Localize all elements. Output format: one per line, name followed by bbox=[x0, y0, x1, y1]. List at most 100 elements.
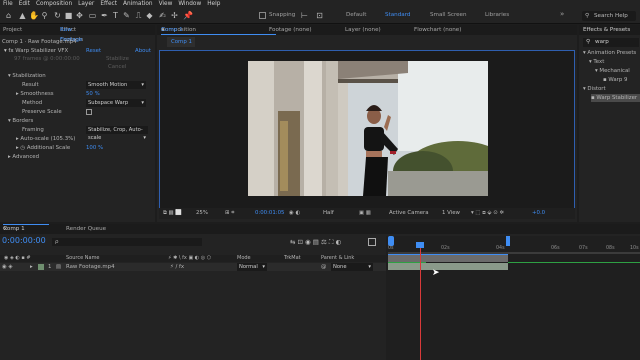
snap-icon[interactable]: ⊢ bbox=[300, 11, 309, 20]
video-frame[interactable] bbox=[248, 61, 488, 196]
work-area-range[interactable] bbox=[388, 254, 508, 262]
resolution-dropdown[interactable]: Half bbox=[323, 210, 334, 216]
effect-header[interactable]: ▾ fx Warp Stabilizer VFX bbox=[4, 48, 68, 54]
workspace-small-screen[interactable]: Small Screen bbox=[430, 12, 467, 18]
auto-scale-group[interactable]: ▸ Auto-scale (105.3%) bbox=[16, 136, 75, 142]
result-dropdown[interactable]: Smooth Motion ▾ bbox=[86, 81, 146, 89]
menu-composition[interactable]: Composition bbox=[33, 1, 75, 7]
roto-brush-icon[interactable]: ✍ bbox=[158, 11, 167, 20]
layer-name[interactable]: Raw Footage.mp4 bbox=[66, 264, 115, 270]
playhead-handle-icon[interactable] bbox=[416, 242, 424, 248]
tab-composition[interactable]: ▪ Composition Comp 1 bbox=[161, 25, 276, 35]
zoom-dropdown[interactable]: 25% bbox=[196, 210, 208, 216]
pen-tool-icon[interactable]: ✒ bbox=[100, 11, 109, 20]
additional-scale-label[interactable]: ▸ ◷ Additional Scale bbox=[16, 145, 70, 151]
additional-scale-value[interactable]: 100 % bbox=[86, 145, 103, 151]
advanced-group[interactable]: ▸ Advanced bbox=[8, 154, 39, 160]
workspace-default[interactable]: Default bbox=[346, 12, 366, 18]
tab-render-queue[interactable]: Render Queue bbox=[66, 224, 106, 234]
tree-warp-stabilizer[interactable]: ▪ Warp Stabilizer bbox=[591, 94, 640, 102]
tab-flowchart[interactable]: Flowchart (none) bbox=[414, 25, 461, 35]
view-layout-dropdown[interactable]: 1 View bbox=[442, 210, 460, 216]
stopwatch-icon[interactable]: ◷ bbox=[20, 145, 25, 151]
viewer-icons[interactable]: ⧉ ▦ ⬜ bbox=[163, 210, 182, 217]
pan-behind-icon[interactable]: ✥ bbox=[75, 11, 84, 20]
framing-dropdown[interactable]: Stabilize, Crop, Auto-scale ▾ bbox=[86, 126, 148, 141]
menu-edit[interactable]: Edit bbox=[16, 1, 33, 7]
camera-tool-icon[interactable]: ■ bbox=[64, 11, 73, 20]
timecode-display[interactable]: 0:00:01:05 bbox=[255, 210, 284, 216]
menu-view[interactable]: View bbox=[156, 1, 176, 7]
menu-help[interactable]: Help bbox=[204, 1, 223, 7]
exposure-value[interactable]: +0.0 bbox=[532, 210, 545, 216]
comp-subtab[interactable]: Comp 1 bbox=[167, 37, 195, 47]
workspace-more-icon[interactable]: » bbox=[560, 10, 564, 18]
search-help-field[interactable]: ⚲ Search Help bbox=[582, 11, 636, 21]
zoom-slider-end[interactable] bbox=[506, 236, 510, 246]
snap-options-icon[interactable]: ⊡ bbox=[315, 11, 324, 20]
type-tool-icon[interactable]: T bbox=[111, 11, 120, 20]
preserve-scale-checkbox[interactable] bbox=[86, 109, 92, 115]
rectangle-tool-icon[interactable]: ▭ bbox=[88, 11, 97, 20]
layer-duration-bar[interactable] bbox=[388, 263, 508, 270]
tree-text[interactable]: ▾ Text bbox=[589, 59, 604, 65]
tab-footage[interactable]: Footage (none) bbox=[269, 25, 312, 35]
viewer-options-icons[interactable]: ▾ ⬚ ⧈ ⬙ ⊙ ✲ bbox=[471, 210, 504, 217]
cancel-button[interactable]: Cancel bbox=[108, 64, 126, 70]
method-dropdown[interactable]: Subspace Warp ▾ bbox=[86, 99, 146, 107]
timeline-search[interactable]: ρ bbox=[52, 238, 202, 246]
stabilization-group[interactable]: ▾ Stabilization bbox=[8, 73, 46, 79]
menu-file[interactable]: File bbox=[0, 1, 16, 7]
about-link[interactable]: About bbox=[135, 48, 151, 54]
layer-expand-icon[interactable]: ▸ bbox=[30, 264, 33, 270]
brush-tool-icon[interactable]: ✎ bbox=[122, 11, 131, 20]
tab-comp-1[interactable]: × Comp 1 bbox=[3, 224, 49, 232]
tab-layer[interactable]: Layer (none) bbox=[345, 25, 381, 35]
selection-tool-icon[interactable]: ▲ bbox=[18, 11, 27, 20]
timeline-timecode[interactable]: 0:00:00:00 bbox=[2, 236, 46, 245]
smoothness-label[interactable]: ▸ Smoothness bbox=[16, 91, 54, 97]
zoom-slider-start[interactable] bbox=[388, 236, 394, 246]
timeline-switch-icons[interactable]: ⇆ ⊡ ◉ ▤ ⚖ ⛶ ◐ bbox=[290, 238, 341, 247]
tree-animation-presets[interactable]: ▾ Animation Presets bbox=[583, 50, 636, 56]
clone-stamp-icon[interactable]: ⎍ bbox=[134, 11, 143, 20]
rotate-tool-icon[interactable]: ↻ bbox=[53, 11, 62, 20]
borders-group[interactable]: ▾ Borders bbox=[8, 118, 33, 124]
pin-tool-icon[interactable]: 📌 bbox=[183, 11, 193, 20]
menu-effect[interactable]: Effect bbox=[97, 1, 120, 7]
mode-dropdown[interactable]: Normal ▾ bbox=[237, 263, 267, 271]
grid-icon[interactable]: ⊞ ⌗ bbox=[225, 210, 234, 217]
parent-dropdown[interactable]: None ▾ bbox=[331, 263, 373, 271]
menu-animation[interactable]: Animation bbox=[120, 1, 156, 7]
effects-search-field[interactable]: ⚲ warp bbox=[583, 38, 639, 47]
workspace-standard[interactable]: Standard bbox=[385, 12, 410, 18]
tree-mechanical[interactable]: ▾ Mechanical bbox=[595, 68, 630, 74]
home-icon[interactable]: ⌂ bbox=[4, 11, 13, 20]
tab-effects-presets[interactable]: Effects & Presets bbox=[583, 25, 630, 35]
eraser-tool-icon[interactable]: ◆ bbox=[145, 11, 154, 20]
hand-tool-icon[interactable]: ✋ bbox=[29, 11, 39, 20]
region-icons[interactable]: ▣ ▦ bbox=[359, 210, 371, 216]
column-source-name[interactable]: Source Name bbox=[66, 255, 100, 261]
snapping-checkbox[interactable] bbox=[259, 12, 266, 19]
visibility-eye-icon[interactable]: ◉ ◈ bbox=[2, 264, 13, 270]
workspace-libraries[interactable]: Libraries bbox=[485, 12, 509, 18]
tab-project[interactable]: Project bbox=[3, 25, 22, 35]
stabilize-button[interactable]: Stabilize bbox=[106, 56, 129, 62]
menu-layer[interactable]: Layer bbox=[75, 1, 97, 7]
column-mode[interactable]: Mode bbox=[237, 255, 251, 261]
playhead-line[interactable] bbox=[420, 244, 421, 360]
puppet-tool-icon[interactable]: ✢ bbox=[170, 11, 179, 20]
snapshot-icon[interactable]: ◉ ◐ bbox=[289, 210, 300, 216]
reset-link[interactable]: Reset bbox=[86, 48, 101, 54]
layer-row[interactable]: ◉ ◈ ▸ 1 ▤ Raw Footage.mp4 ⚡ / fx Normal ▾… bbox=[0, 263, 386, 271]
tree-warp-9[interactable]: ▪ Warp 9 bbox=[603, 77, 627, 83]
label-color-swatch[interactable] bbox=[38, 264, 44, 270]
camera-dropdown[interactable]: Active Camera bbox=[389, 210, 429, 216]
zoom-tool-icon[interactable]: ⚲ bbox=[40, 11, 49, 20]
menu-window[interactable]: Window bbox=[175, 1, 204, 7]
column-parent-link[interactable]: Parent & Link bbox=[321, 255, 354, 261]
smoothness-value[interactable]: 50 % bbox=[86, 91, 100, 97]
graph-editor-icon[interactable] bbox=[368, 238, 376, 246]
pickwhip-icon[interactable]: @ bbox=[321, 264, 326, 270]
